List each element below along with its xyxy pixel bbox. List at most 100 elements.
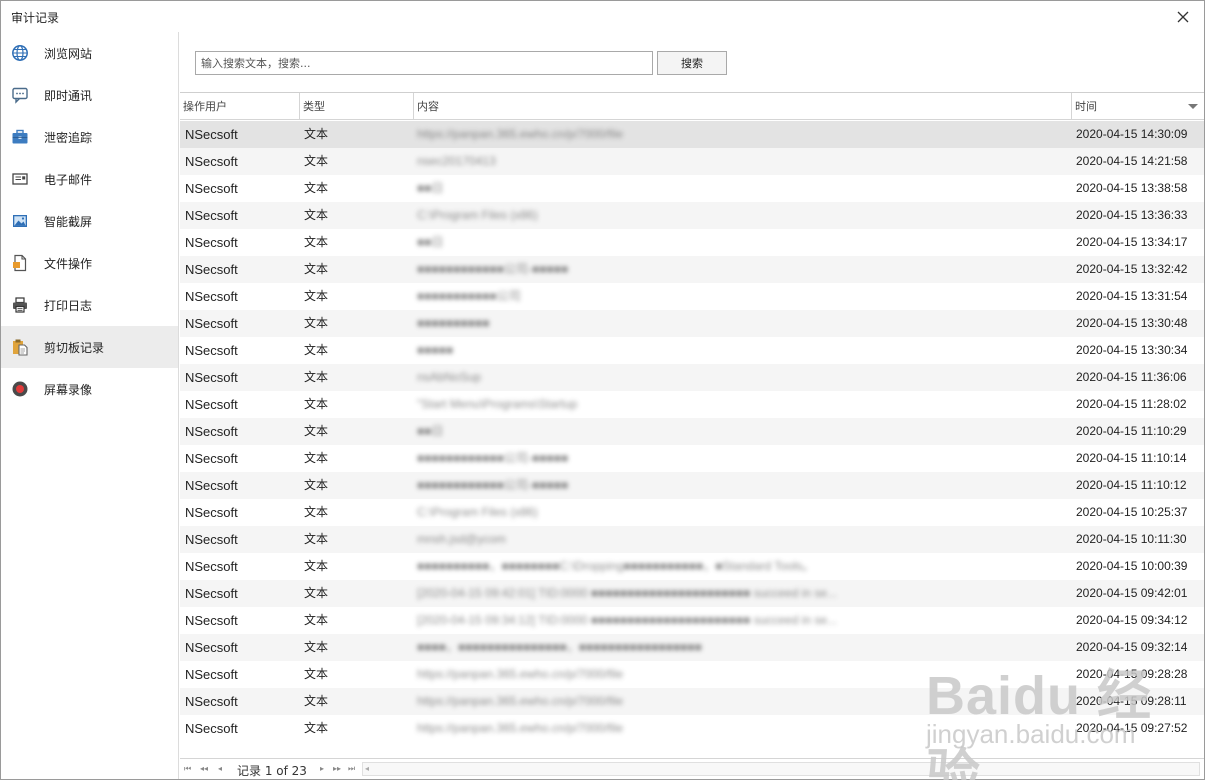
table-row[interactable]: NSecsoft 文本 ■■日 2020-04-15 13:38:58	[180, 175, 1204, 202]
table-row[interactable]: NSecsoft 文本 ■■■■■ 2020-04-15 13:30:34	[180, 337, 1204, 364]
cell-time: 2020-04-15 13:38:58	[1076, 181, 1188, 195]
cell-content: https://panpan.365.ewho.cn/p/7000/file	[417, 721, 624, 735]
cell-time: 2020-04-15 09:28:28	[1076, 667, 1188, 681]
cell-user: NSecsoft	[185, 424, 238, 439]
cell-time: 2020-04-15 13:32:42	[1076, 262, 1188, 276]
table-row[interactable]: NSecsoft 文本 [2020-04-15 09:42:01] TID:0000…	[180, 580, 1204, 607]
horizontal-scrollbar[interactable]: ◂	[362, 762, 1200, 776]
sidebar-item-screen-recording[interactable]: 屏幕录像	[1, 368, 178, 410]
cell-type: 文本	[304, 559, 329, 573]
cell-content: C:\Program Files (x86)	[417, 208, 538, 222]
sidebar-item-label: 屏幕录像	[44, 383, 93, 397]
table-row[interactable]: NSecsoft 文本 ■■■■■■■■■■，■■■■■■■■C:\Dropping…	[180, 553, 1204, 580]
sidebar-item-label: 打印日志	[44, 299, 93, 313]
cell-content: https://panpan.365.ewho.cn/p/7000/file	[417, 694, 624, 708]
column-header-time[interactable]: 时间	[1072, 93, 1204, 120]
records-grid: 操作用户 类型 内容 时间 NSecsoft 文本 https://panpan.3…	[180, 92, 1204, 760]
window-title: 审计记录	[11, 11, 60, 25]
cell-type: 文本	[304, 586, 329, 600]
table-row[interactable]: NSecsoft 文本 C:\Program Files (x86) 2020-04-…	[180, 499, 1204, 526]
cell-user: NSecsoft	[185, 451, 238, 466]
cell-user: NSecsoft	[185, 559, 238, 574]
cell-content: https://panpan.365.ewho.cn/p/7000/file	[417, 667, 624, 681]
table-row[interactable]: NSecsoft 文本 ■■日 2020-04-15 13:34:17	[180, 229, 1204, 256]
table-row[interactable]: NSecsoft 文本 C:\Program Files (x86) 2020-04-…	[180, 202, 1204, 229]
cell-type: 文本	[304, 721, 329, 735]
column-header-type[interactable]: 类型	[300, 93, 414, 120]
cell-type: 文本	[304, 154, 329, 168]
table-row[interactable]: NSecsoft 文本 https://panpan.365.ewho.cn/p/7…	[180, 715, 1204, 742]
cell-time: 2020-04-15 13:30:34	[1076, 343, 1188, 357]
sidebar-item-label: 文件操作	[44, 257, 93, 271]
next-page-group-icon[interactable]: ▸▸	[333, 763, 341, 775]
search-input[interactable]	[195, 51, 653, 75]
cell-type: 文本	[304, 370, 329, 384]
column-header-user[interactable]: 操作用户	[180, 93, 300, 120]
table-row[interactable]: NSecsoft 文本 https://panpan.365.ewho.cn/p/7…	[180, 688, 1204, 715]
cell-type: 文本	[304, 397, 329, 411]
mail-icon	[11, 170, 29, 188]
search-button[interactable]: 搜索	[657, 51, 727, 75]
cell-type: 文本	[304, 316, 329, 330]
cell-user: NSecsoft	[185, 316, 238, 331]
first-page-icon[interactable]: ⏮	[184, 763, 191, 775]
table-row[interactable]: NSecsoft 文本 [2020-04-15 09:34:12] TID:0000…	[180, 607, 1204, 634]
cell-user: NSecsoft	[185, 154, 238, 169]
cell-content: ■■日	[417, 424, 444, 438]
table-row[interactable]: NSecsoft 文本 nsec20170413 2020-04-15 14:21:5…	[180, 148, 1204, 175]
cell-content: [2020-04-15 09:34:12] TID:0000 ■■■■■■■■■…	[417, 613, 838, 627]
sidebar-item-label: 即时通讯	[44, 89, 93, 103]
next-page-icon[interactable]: ▸	[320, 763, 324, 775]
cell-type: 文本	[304, 235, 329, 249]
close-button[interactable]	[1170, 5, 1196, 29]
prev-page-group-icon[interactable]: ◂◂	[200, 763, 208, 775]
audit-window: 审计记录 浏览网站 即时通讯 泄密追踪 电子邮件 智能截屏 文件操作 打印日志 …	[0, 0, 1205, 780]
table-row[interactable]: NSecsoft 文本 ■■日 2020-04-15 11:10:29	[180, 418, 1204, 445]
cell-time: 2020-04-15 10:25:37	[1076, 505, 1188, 519]
column-header-content[interactable]: 内容	[414, 93, 1072, 120]
cell-time: 2020-04-15 11:10:14	[1076, 451, 1187, 465]
cell-user: NSecsoft	[185, 721, 238, 736]
table-row[interactable]: NSecsoft 文本 ■■■■■■■■■■ 2020-04-15 13:30:48	[180, 310, 1204, 337]
sidebar: 浏览网站 即时通讯 泄密追踪 电子邮件 智能截屏 文件操作 打印日志 剪切板记录…	[1, 32, 179, 779]
table-row[interactable]: NSecsoft 文本 mnsh.jsd@ycom 2020-04-15 10:11:…	[180, 526, 1204, 553]
sidebar-item-instant-messaging[interactable]: 即时通讯	[1, 74, 178, 116]
cell-time: 2020-04-15 09:27:52	[1076, 721, 1188, 735]
table-row[interactable]: NSecsoft 文本 ■■■■，■■■■■■■■■■■■■■■，■■■■■■■■■…	[180, 634, 1204, 661]
last-page-icon[interactable]: ⏭	[348, 763, 355, 775]
cell-time: 2020-04-15 10:11:30	[1076, 532, 1187, 546]
sidebar-item-leak-tracking[interactable]: 泄密追踪	[1, 116, 178, 158]
sidebar-item-email[interactable]: 电子邮件	[1, 158, 178, 200]
cell-content: [2020-04-15 09:42:01] TID:0000 ■■■■■■■■■…	[417, 586, 838, 600]
cell-time: 2020-04-15 14:30:09	[1076, 127, 1188, 141]
table-row[interactable]: NSecsoft 文本 ■■■■■■■■■■■■公司-■■■■■ 2020-04-15…	[180, 472, 1204, 499]
sidebar-item-clipboard-records[interactable]: 剪切板记录	[1, 326, 178, 368]
table-row[interactable]: NSecsoft 文本 "Start Menu\Programs\Startup 20…	[180, 391, 1204, 418]
grid-header: 操作用户 类型 内容 时间	[180, 93, 1204, 120]
scroll-left-icon[interactable]: ◂	[365, 764, 369, 773]
table-row[interactable]: NSecsoft 文本 ■■■■■■■■■■■■公司-■■■■■ 2020-04-15…	[180, 256, 1204, 283]
sidebar-item-browse-web[interactable]: 浏览网站	[1, 32, 178, 74]
cell-type: 文本	[304, 451, 329, 465]
cell-type: 文本	[304, 478, 329, 492]
sidebar-item-smart-screenshot[interactable]: 智能截屏	[1, 200, 178, 242]
table-row[interactable]: NSecsoft 文本 nsAbNoSup 2020-04-15 11:36:06	[180, 364, 1204, 391]
sidebar-item-print-log[interactable]: 打印日志	[1, 284, 178, 326]
cell-time: 2020-04-15 09:42:01	[1076, 586, 1188, 600]
cell-content: ■■■■■■■■■■，■■■■■■■■C:\Dropping■■■■■■■■■■…	[417, 559, 815, 573]
prev-page-icon[interactable]: ◂	[218, 763, 222, 775]
cell-type: 文本	[304, 532, 329, 546]
sidebar-item-label: 电子邮件	[44, 173, 93, 187]
cell-time: 2020-04-15 13:31:54	[1076, 289, 1188, 303]
table-row[interactable]: NSecsoft 文本 ■■■■■■■■■■■公司 2020-04-15 13:31:…	[180, 283, 1204, 310]
table-row[interactable]: NSecsoft 文本 https://panpan.365.ewho.cn/p/7…	[180, 661, 1204, 688]
cell-type: 文本	[304, 667, 329, 681]
sidebar-item-file-operations[interactable]: 文件操作	[1, 242, 178, 284]
table-row[interactable]: NSecsoft 文本 https://panpan.365.ewho.cn/p/7…	[180, 121, 1204, 148]
cell-user: NSecsoft	[185, 262, 238, 277]
title-bar: 审计记录	[1, 1, 1204, 32]
close-icon	[1177, 11, 1189, 23]
table-row[interactable]: NSecsoft 文本 ■■■■■■■■■■■■公司-■■■■■ 2020-04-15…	[180, 445, 1204, 472]
cell-type: 文本	[304, 613, 329, 627]
cell-time: 2020-04-15 09:32:14	[1076, 640, 1188, 654]
